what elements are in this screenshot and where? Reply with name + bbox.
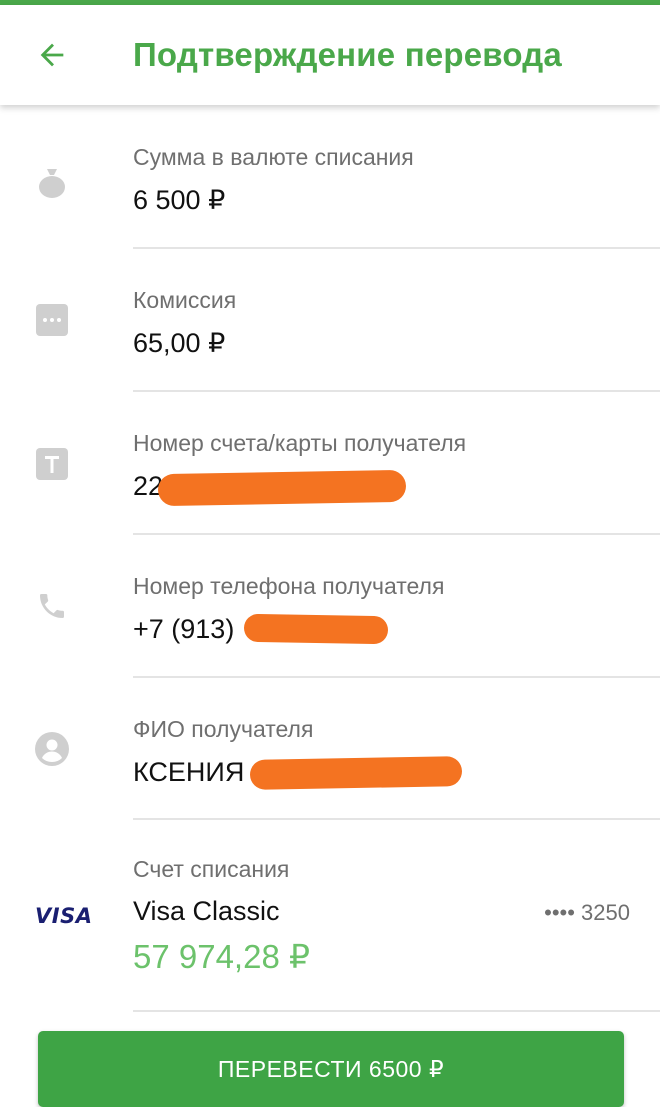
commission-row: Комиссия 65,00 ₽ bbox=[0, 249, 660, 391]
confirm-transfer-button[interactable]: ПЕРЕВЕСТИ 6500 ₽ bbox=[38, 1031, 624, 1107]
amount-value: 6 500 ₽ bbox=[133, 185, 226, 215]
name-row: ФИО получателя КСЕНИЯ bbox=[0, 678, 660, 820]
visa-logo: VISA bbox=[35, 904, 93, 928]
redaction-mark bbox=[249, 756, 463, 790]
commission-value: 65,00 ₽ bbox=[133, 328, 226, 358]
account-label: Номер счета/карты получателя bbox=[133, 430, 467, 456]
card-number: •••• 3250 bbox=[544, 900, 630, 925]
page-title: Подтверждение перевода bbox=[133, 36, 562, 73]
phone-label: Номер телефона получателя bbox=[133, 573, 445, 599]
person-icon bbox=[34, 731, 70, 767]
phone-row: Номер телефона получателя +7 (913) bbox=[0, 535, 660, 677]
source-label: Счет списания bbox=[133, 856, 290, 882]
more-dots-icon bbox=[34, 302, 70, 338]
text-t-icon bbox=[34, 446, 70, 482]
name-label: ФИО получателя bbox=[133, 716, 314, 742]
name-value: КСЕНИЯ bbox=[133, 757, 245, 787]
phone-value: +7 (913) bbox=[133, 614, 235, 644]
arrow-left-icon bbox=[35, 38, 69, 77]
phone-icon bbox=[34, 588, 70, 624]
amount-row: Сумма в валюте списания 6 500 ₽ bbox=[0, 106, 660, 248]
back-button[interactable] bbox=[28, 33, 76, 81]
commission-label: Комиссия bbox=[133, 287, 237, 313]
account-row: Номер счета/карты получателя 22 bbox=[0, 392, 660, 534]
redaction-mark bbox=[243, 613, 389, 645]
divider bbox=[133, 1010, 660, 1012]
money-bag-icon bbox=[34, 164, 70, 200]
card-balance: 57 974,28 ₽ bbox=[133, 938, 310, 975]
redaction-mark bbox=[157, 469, 407, 507]
amount-label: Сумма в валюте списания bbox=[133, 144, 414, 170]
app-bar: Подтверждение перевода bbox=[0, 5, 660, 105]
card-name: Visa Classic bbox=[133, 896, 280, 926]
